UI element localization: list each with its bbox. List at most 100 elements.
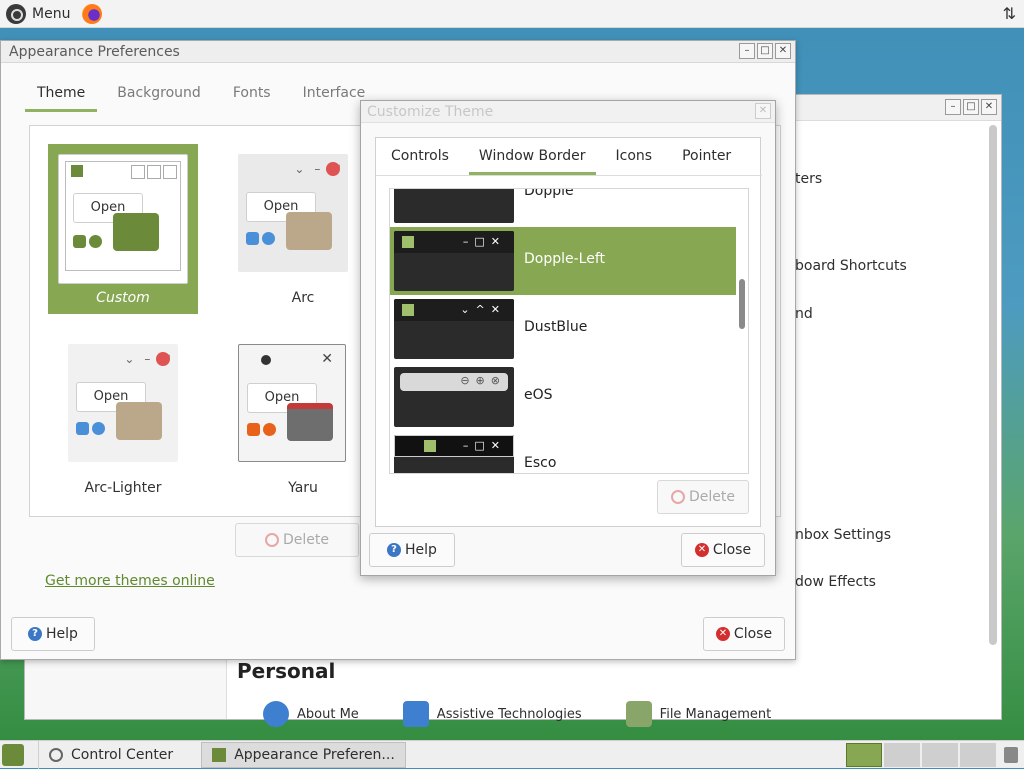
list-item-dopple-left[interactable]: –□✕ Dopple-Left	[390, 227, 736, 295]
help-icon: ?	[387, 543, 402, 557]
tab-controls[interactable]: Controls	[381, 138, 459, 175]
cc-item-filters[interactable]: ters	[795, 171, 822, 187]
taskbar: Control Center Appearance Preferen...	[0, 740, 1024, 769]
dialog-close-button[interactable]: ✕ Close	[681, 533, 765, 567]
about-me-label: About Me	[297, 706, 359, 722]
window-border-list: Dopple –□✕ Dopple-Left ⌄^✕ DustBlue ⊖⊕⊗ …	[389, 188, 749, 474]
menu-label: Menu	[32, 5, 71, 22]
theme-tile-arc[interactable]: ⌄–⤢ Open Arc	[228, 144, 378, 314]
delete-label: Delete	[689, 489, 735, 505]
folder-icon	[287, 403, 333, 441]
folder-icon	[286, 212, 332, 250]
cc-item-openbox-settings[interactable]: nbox Settings	[795, 527, 891, 543]
dialog-title: Customize Theme	[367, 104, 494, 120]
list-item-esco[interactable]: –□✕ Esco	[390, 431, 736, 473]
workspace-2[interactable]	[884, 743, 920, 767]
border-preview: –□✕	[394, 435, 514, 473]
taskbar-item-appearance[interactable]: Appearance Preferen...	[201, 741, 406, 768]
taskbar-label: Appearance Preferen...	[234, 746, 395, 763]
cc-item-window-effects[interactable]: dow Effects	[795, 574, 876, 590]
cc-scrollbar[interactable]	[989, 125, 997, 645]
close-icon: ✕	[321, 351, 333, 367]
close-icon[interactable]: ✕	[775, 43, 791, 59]
theme-name: Arc-Lighter	[84, 480, 162, 496]
cc-item-sound[interactable]: nd	[795, 306, 813, 322]
close-button[interactable]: ✕ Close	[703, 617, 785, 651]
dialog-help-button[interactable]: ? Help	[369, 533, 455, 567]
theme-tile-yaru[interactable]: ✕ Open Yaru	[228, 334, 378, 504]
theme-name: Arc	[291, 290, 315, 306]
dialog-titlebar: Customize Theme ✕	[361, 101, 775, 123]
theme-preview: ⌄–⤢ Open	[68, 344, 178, 462]
firefox-launcher-icon[interactable]	[82, 3, 103, 24]
close-icon[interactable]: ✕	[755, 103, 771, 119]
folder-icon	[116, 402, 162, 440]
delete-icon	[265, 533, 279, 547]
appearance-titlebar: Appearance Preferences – □ ✕	[1, 41, 795, 63]
tab-background[interactable]: Background	[105, 81, 213, 112]
tab-theme[interactable]: Theme	[25, 81, 98, 112]
cc-item-about-me[interactable]: About Me	[263, 701, 359, 727]
list-item-label: Esco	[524, 455, 557, 471]
tab-pointer[interactable]: Pointer	[672, 138, 741, 175]
get-more-themes-link[interactable]: Get more themes online	[45, 573, 215, 589]
delete-theme-button[interactable]: Delete	[235, 523, 359, 557]
list-item-label: Dopple-Left	[524, 251, 606, 267]
workspace-3[interactable]	[922, 743, 958, 767]
menu-button[interactable]: Menu	[0, 0, 76, 28]
file-management-icon	[625, 701, 652, 727]
network-icon[interactable]: ⇅	[1003, 4, 1016, 23]
delete-label: Delete	[283, 532, 329, 548]
appearance-icon	[212, 747, 227, 762]
dot-icon	[261, 355, 271, 365]
tab-icons[interactable]: Icons	[606, 138, 663, 175]
close-icon: ✕	[694, 543, 709, 557]
help-label: Help	[46, 626, 78, 642]
border-preview: –□✕	[394, 231, 514, 291]
cc-item-file-management[interactable]: File Management	[625, 701, 772, 727]
workspace-switcher[interactable]	[846, 743, 996, 767]
maximize-icon[interactable]: □	[757, 43, 773, 59]
list-item-label: DustBlue	[524, 319, 588, 335]
customize-theme-dialog: Customize Theme ✕ Controls Window Border…	[360, 100, 776, 576]
list-item-dopple[interactable]: Dopple	[390, 189, 736, 227]
close-icon[interactable]: ✕	[981, 99, 997, 115]
workspace-1[interactable]	[846, 743, 882, 767]
delete-icon	[671, 490, 685, 504]
taskbar-label: Control Center	[71, 746, 174, 763]
start-menu-icon[interactable]	[2, 743, 24, 766]
cc-item-assistive[interactable]: Assistive Technologies	[402, 701, 582, 727]
file-management-label: File Management	[659, 706, 772, 722]
list-item-dustblue[interactable]: ⌄^✕ DustBlue	[390, 295, 736, 363]
list-item-eos[interactable]: ⊖⊕⊗ eOS	[390, 363, 736, 431]
list-scrollbar[interactable]	[739, 279, 745, 329]
theme-tile-arc-lighter[interactable]: ⌄–⤢ Open Arc-Lighter	[48, 334, 198, 504]
minimize-icon[interactable]: –	[739, 43, 755, 59]
maximize-icon[interactable]: □	[963, 99, 979, 115]
theme-preview: Open	[58, 154, 188, 284]
help-button[interactable]: ? Help	[11, 617, 95, 651]
theme-tile-custom[interactable]: Open Custom	[48, 144, 198, 314]
menu-logo-icon	[6, 3, 26, 24]
cc-item-keyboard-shortcuts[interactable]: board Shortcuts	[795, 258, 907, 274]
personal-items: About Me Assistive Technologies File Man…	[263, 701, 771, 727]
theme-preview: ✕ Open	[238, 344, 346, 462]
tab-window-border[interactable]: Window Border	[468, 138, 596, 175]
delete-border-button[interactable]: Delete	[657, 480, 749, 514]
workspace-4[interactable]	[960, 743, 996, 767]
close-label: Close	[712, 542, 752, 558]
dialog-content: Controls Window Border Icons Pointer Dop…	[375, 137, 762, 527]
trash-icon[interactable]	[1004, 747, 1018, 763]
theme-name: Yaru	[288, 480, 318, 496]
help-icon: ?	[28, 627, 43, 641]
close-icon	[156, 352, 170, 366]
top-panel: Menu ⇅	[0, 0, 1024, 28]
minimize-icon[interactable]: –	[945, 99, 961, 115]
tab-fonts[interactable]: Fonts	[221, 81, 283, 112]
close-icon	[326, 162, 340, 176]
theme-preview: ⌄–⤢ Open	[238, 154, 348, 272]
taskbar-item-control-center[interactable]: Control Center	[38, 740, 183, 769]
window-title: Appearance Preferences	[9, 44, 180, 60]
border-preview: ⌄^✕	[394, 299, 514, 359]
personal-heading: Personal	[237, 659, 336, 683]
